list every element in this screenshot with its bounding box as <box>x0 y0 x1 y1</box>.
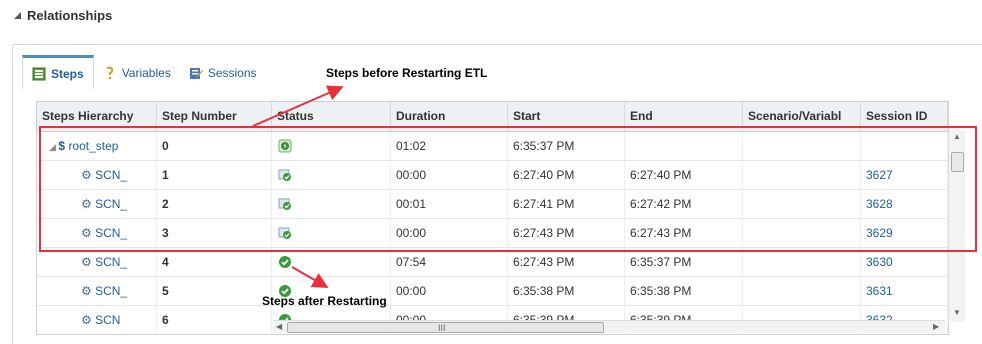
start-cell: 6:27:43 PM <box>508 248 625 276</box>
scroll-grip: III <box>438 323 446 333</box>
scenario-cell <box>743 277 861 305</box>
annotation-before-label: Steps before Restarting ETL <box>326 66 488 80</box>
number-cell: 4 <box>157 248 272 276</box>
collapse-triangle-icon[interactable] <box>14 12 21 19</box>
tab-sessions-label: Sessions <box>207 66 257 80</box>
annotation-highlight-box <box>39 126 977 252</box>
session-cell[interactable]: 3631 <box>861 277 948 305</box>
scroll-left-icon[interactable]: ◀ <box>276 322 282 331</box>
horizontal-scroll-thumb[interactable]: III <box>287 322 604 333</box>
number-cell: 6 <box>157 306 272 334</box>
session-cell[interactable]: 3630 <box>861 248 948 276</box>
horizontal-scrollbar[interactable]: ◀ III ▶ <box>273 320 945 333</box>
scroll-right-icon[interactable]: ▶ <box>933 322 939 331</box>
step-name[interactable]: SCN_ <box>95 255 127 269</box>
steps-icon <box>32 67 46 80</box>
tab-bar: Steps Variables Sessions <box>22 55 266 89</box>
steps-hierarchy-cell[interactable]: ⚙ SCN <box>37 306 157 334</box>
annotation-after-label: Steps after Restarting <box>262 294 387 308</box>
status-cell <box>272 248 391 276</box>
scroll-down-icon[interactable]: ▼ <box>953 308 961 317</box>
steps-hierarchy-cell[interactable]: ⚙ SCN_ <box>37 248 157 276</box>
tab-variables[interactable]: Variables <box>94 57 180 89</box>
scenario-gear-icon: ⚙ <box>81 284 96 298</box>
start-cell: 6:35:38 PM <box>508 277 625 305</box>
variables-icon <box>106 66 113 80</box>
step-name[interactable]: SCN_ <box>95 284 127 298</box>
end-cell: 6:35:38 PM <box>625 277 743 305</box>
tab-steps[interactable]: Steps <box>22 55 94 89</box>
section-title: Relationships <box>27 8 113 23</box>
table-row[interactable]: ⚙ SCN_ 4 07:54 6:27:43 PM 6:35:37 PM 3630 <box>37 248 948 277</box>
tab-sessions[interactable]: Sessions <box>180 57 266 89</box>
tab-steps-label: Steps <box>51 66 84 81</box>
table-row[interactable]: ⚙ SCN_ 5 00:00 6:35:38 PM 6:35:38 PM 3631 <box>37 277 948 306</box>
duration-cell: 07:54 <box>391 248 508 276</box>
status-success-icon <box>279 256 291 268</box>
scenario-cell <box>743 248 861 276</box>
number-cell: 5 <box>157 277 272 305</box>
scenario-gear-icon: ⚙ <box>81 313 96 327</box>
scenario-gear-icon: ⚙ <box>81 255 96 269</box>
step-name[interactable]: SCN <box>95 313 120 327</box>
duration-cell: 00:00 <box>391 277 508 305</box>
relationships-header[interactable]: Relationships <box>14 8 112 23</box>
tab-variables-label: Variables <box>121 66 171 80</box>
steps-hierarchy-cell[interactable]: ⚙ SCN_ <box>37 277 157 305</box>
end-cell: 6:35:37 PM <box>625 248 743 276</box>
sessions-icon <box>189 68 203 79</box>
